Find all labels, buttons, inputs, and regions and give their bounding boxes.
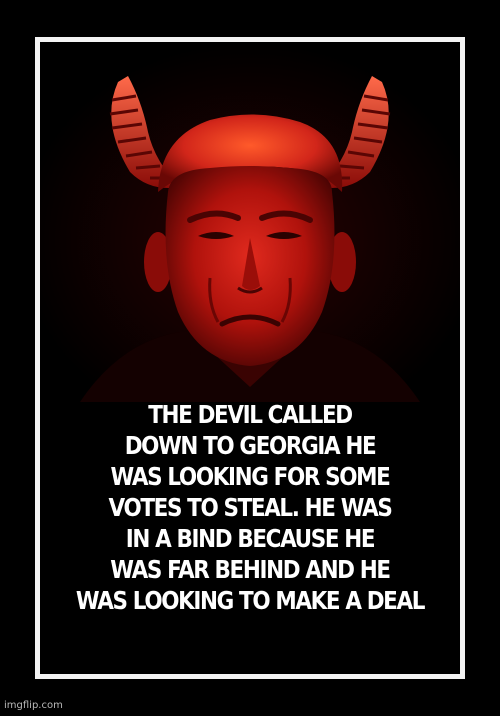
imgflip-watermark: imgflip.com bbox=[4, 700, 63, 711]
meme-caption-line: IN A BIND BECAUSE HE bbox=[125, 524, 376, 553]
meme-caption-line: VOTES TO STEAL. HE WAS bbox=[108, 493, 393, 522]
devil-portrait-image bbox=[40, 42, 460, 402]
meme-caption-line: WAS LOOKING TO MAKE A DEAL bbox=[75, 586, 426, 615]
meme-caption-line: WAS FAR BEHIND AND HE bbox=[110, 555, 391, 584]
meme-caption-line: THE DEVIL CALLED bbox=[148, 400, 353, 429]
poster-frame: THE DEVIL CALLED DOWN TO GEORGIA HE WAS … bbox=[35, 37, 465, 679]
meme-caption: THE DEVIL CALLED DOWN TO GEORGIA HE WAS … bbox=[69, 399, 430, 616]
meme-caption-line: DOWN TO GEORGIA HE bbox=[124, 431, 377, 460]
meme-caption-line: WAS LOOKING FOR SOME bbox=[110, 462, 391, 491]
